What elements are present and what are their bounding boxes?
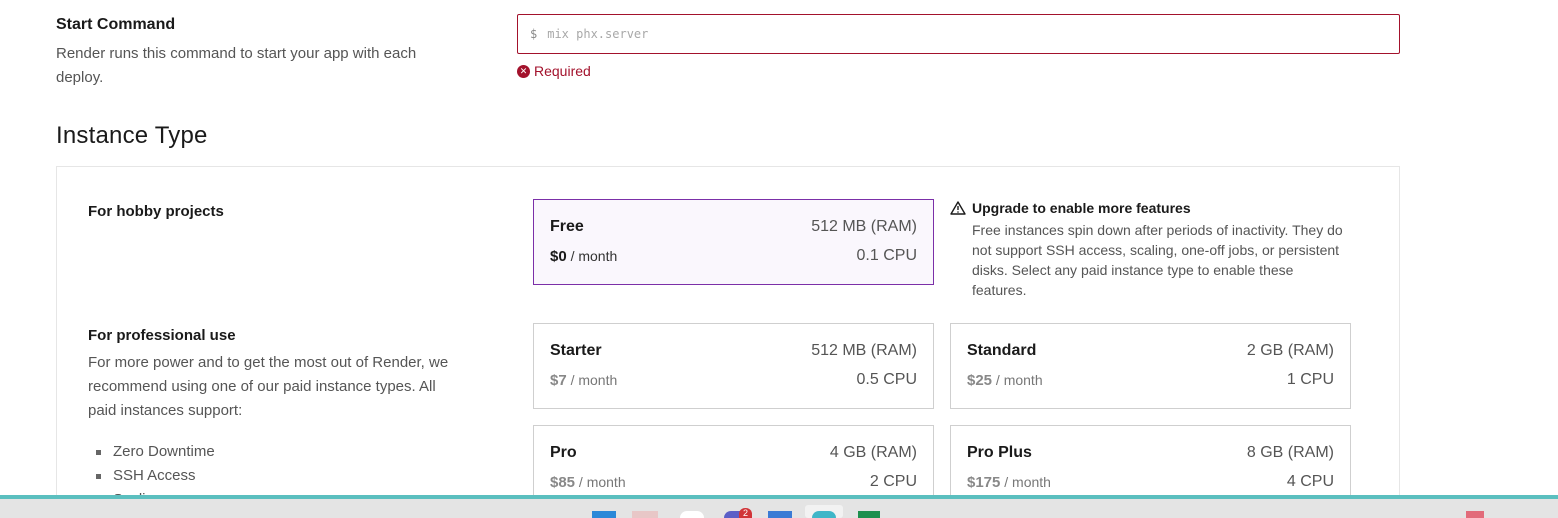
plan-price: $0 / month bbox=[550, 248, 617, 265]
plan-name: Pro bbox=[550, 444, 577, 461]
start-command-label: Start Command bbox=[56, 16, 176, 33]
plan-price: $7 / month bbox=[550, 372, 617, 389]
store-icon[interactable] bbox=[768, 511, 792, 518]
professional-group-title: For professional use bbox=[88, 327, 236, 344]
professional-group-description: For more power and to get the most out o… bbox=[88, 354, 449, 419]
page: Start Command Render runs this command t… bbox=[0, 0, 1558, 518]
start-command-field[interactable]: $ bbox=[517, 14, 1400, 54]
upgrade-title: Upgrade to enable more features bbox=[972, 200, 1191, 216]
notification-badge: 2 bbox=[739, 508, 752, 518]
taskbar: 2 bbox=[0, 499, 1558, 518]
plan-price-amount: $0 bbox=[550, 248, 567, 265]
plan-card-starter[interactable]: Starter 512 MB (RAM) $7 / month 0.5 CPU bbox=[533, 323, 934, 409]
plan-price-amount: $175 bbox=[967, 474, 1001, 491]
hobby-group-title: For hobby projects bbox=[88, 203, 224, 220]
plan-ram: 4 GB (RAM) bbox=[829, 444, 917, 461]
plan-cpu: 4 CPU bbox=[1286, 473, 1334, 490]
plan-cpu: 0.5 CPU bbox=[856, 371, 917, 388]
plan-price-period: / month bbox=[995, 372, 1043, 388]
plan-card-free[interactable]: Free 512 MB (RAM) $0 / month 0.1 CPU bbox=[533, 199, 934, 285]
sheets-icon[interactable] bbox=[858, 511, 880, 518]
plan-price-period: / month bbox=[570, 372, 618, 388]
start-command-description: Render runs this command to start your a… bbox=[56, 45, 417, 86]
plan-ram: 512 MB (RAM) bbox=[811, 218, 917, 235]
tray-icon[interactable] bbox=[1466, 511, 1484, 518]
plan-ram: 512 MB (RAM) bbox=[811, 342, 917, 359]
warning-icon bbox=[950, 201, 966, 215]
start-command-error: ✕ Required bbox=[517, 63, 591, 79]
shell-prompt: $ bbox=[530, 27, 538, 41]
feature-label: SSH Access bbox=[113, 467, 196, 484]
plan-card-standard[interactable]: Standard 2 GB (RAM) $25 / month 1 CPU bbox=[950, 323, 1351, 409]
list-item: SSH Access bbox=[96, 464, 215, 488]
plan-name: Free bbox=[550, 218, 584, 235]
plan-ram: 2 GB (RAM) bbox=[1246, 342, 1334, 359]
start-icon[interactable] bbox=[592, 511, 616, 518]
plan-name: Pro Plus bbox=[967, 444, 1032, 461]
app-icon[interactable] bbox=[632, 511, 658, 518]
plan-cpu: 0.1 CPU bbox=[856, 247, 917, 264]
plan-price-period: / month bbox=[578, 474, 626, 490]
feature-label: Zero Downtime bbox=[113, 443, 215, 460]
plan-cpu: 2 CPU bbox=[869, 473, 917, 490]
plan-name: Starter bbox=[550, 342, 602, 359]
browser-icon[interactable] bbox=[812, 511, 836, 518]
upgrade-text: Free instances spin down after periods o… bbox=[972, 222, 1343, 298]
error-icon: ✕ bbox=[517, 64, 530, 78]
plan-price-period: / month bbox=[570, 248, 618, 264]
plan-name: Standard bbox=[967, 342, 1037, 359]
start-command-input[interactable] bbox=[547, 27, 1399, 41]
plan-price: $85 / month bbox=[550, 474, 626, 491]
plan-price-amount: $7 bbox=[550, 372, 567, 389]
plan-price: $175 / month bbox=[967, 474, 1051, 491]
chat-icon[interactable] bbox=[680, 511, 704, 518]
plan-price: $25 / month bbox=[967, 372, 1043, 389]
error-message: Required bbox=[534, 63, 591, 79]
instance-type-heading: Instance Type bbox=[56, 122, 208, 149]
plan-cpu: 1 CPU bbox=[1286, 371, 1334, 388]
plan-price-amount: $25 bbox=[967, 372, 993, 389]
plan-price-period: / month bbox=[1004, 474, 1051, 490]
list-item: Zero Downtime bbox=[96, 440, 215, 464]
plan-ram: 8 GB (RAM) bbox=[1246, 444, 1334, 461]
plan-price-amount: $85 bbox=[550, 474, 576, 491]
